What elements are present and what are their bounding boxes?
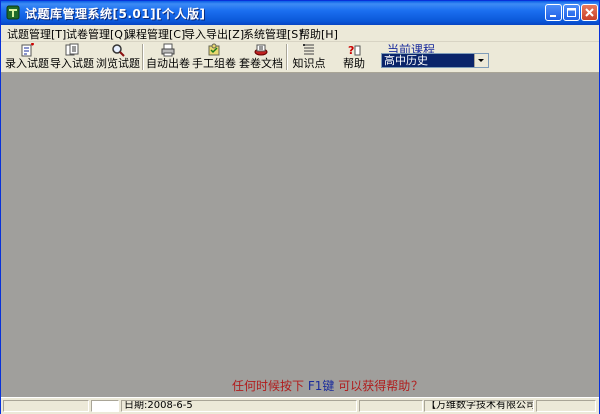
app-icon [6,5,20,20]
course-select[interactable]: 高中历史 [381,53,489,68]
status-date: 日期:2008-6-5 [121,400,357,412]
printer-icon [161,43,175,57]
course-select-value: 高中历史 [384,54,428,67]
chevron-down-icon [478,59,484,62]
window-title: 试题库管理系统[5.01][个人版] [25,7,206,21]
import-question-label: 导入试题 [50,57,94,70]
manual-paper-label: 手工组卷 [192,57,236,70]
maximize-icon [567,8,576,17]
browse-question-label: 浏览试题 [96,57,140,70]
enter-question-label: 录入试题 [5,57,49,70]
menu-question-manage[interactable]: 试题管理[T] [7,26,66,42]
enter-question-button[interactable]: 录入试题 [5,42,49,72]
close-button[interactable] [581,4,598,21]
minimize-button[interactable] [545,4,562,21]
menu-course-manage[interactable]: 课程管理[C] [125,26,185,42]
magnifier-icon [112,44,125,57]
knowledge-list-icon [303,44,314,55]
maximize-button[interactable] [563,4,580,21]
help-button[interactable]: ? 帮助 [340,42,368,72]
status-bar: 日期:2008-6-5 【万维数字技术有限公司】 [1,397,599,414]
status-panel [536,400,596,412]
documents-icon [254,44,268,56]
knowledge-points-button[interactable]: 知识点 [290,42,328,72]
help-label: 帮助 [343,57,365,70]
help-hint-mark: ？ [411,379,424,393]
manual-paper-button[interactable]: 手工组卷 [191,42,237,72]
help-icon: ? [348,44,361,57]
status-panel [359,400,423,412]
status-panel [91,400,119,412]
title-bar[interactable]: 试题库管理系统[5.01][个人版] [1,1,599,25]
help-hint-before: 任何时候按下 [232,379,308,393]
help-hint-after: 可以获得帮助 [334,379,411,393]
menu-bar: 试题管理[T] 试卷管理[Q] 课程管理[C] 导入导出[Z] 系统管理[S] … [1,25,599,42]
help-hint: 任何时候按下 F1键 可以获得帮助 [232,377,410,394]
menu-paper-manage[interactable]: 试卷管理[Q] [66,26,127,42]
toolbar-separator [286,44,288,70]
menu-import-export[interactable]: 导入导出[Z] [184,26,244,42]
auto-paper-label: 自动出卷 [146,57,190,70]
menu-help[interactable]: 帮助[H] [299,26,338,42]
import-question-icon [65,43,79,56]
menu-system-manage[interactable]: 系统管理[S] [243,26,303,42]
auto-paper-button[interactable]: 自动出卷 [146,42,190,72]
dropdown-arrow-button[interactable] [474,54,488,67]
import-question-button[interactable]: 导入试题 [50,42,94,72]
minimize-icon [550,15,556,17]
paper-docs-button[interactable]: 套卷文档 [238,42,284,72]
main-client-area: 任何时候按下 F1键 可以获得帮助 ？ [1,73,599,397]
status-panel [3,400,89,412]
app-window: 试题库管理系统[5.01][个人版] 试题管理[T] 试卷管理[Q] 课程管理[… [0,0,600,414]
browse-question-button[interactable]: 浏览试题 [96,42,140,72]
help-hint-key: F1键 [307,379,335,393]
close-icon [585,8,594,17]
enter-question-icon [21,43,34,57]
toolbar: 录入试题 导入试题 浏览试题 自动出卷 手工组卷 套卷文档 知识点 ? 帮助 当… [1,42,599,73]
knowledge-points-label: 知识点 [292,57,326,70]
status-company: 【万维数字技术有限公司】 [424,400,534,412]
paper-docs-label: 套卷文档 [239,57,283,70]
puzzle-icon [208,43,220,56]
svg-text:?: ? [348,44,354,57]
toolbar-separator [142,44,144,70]
